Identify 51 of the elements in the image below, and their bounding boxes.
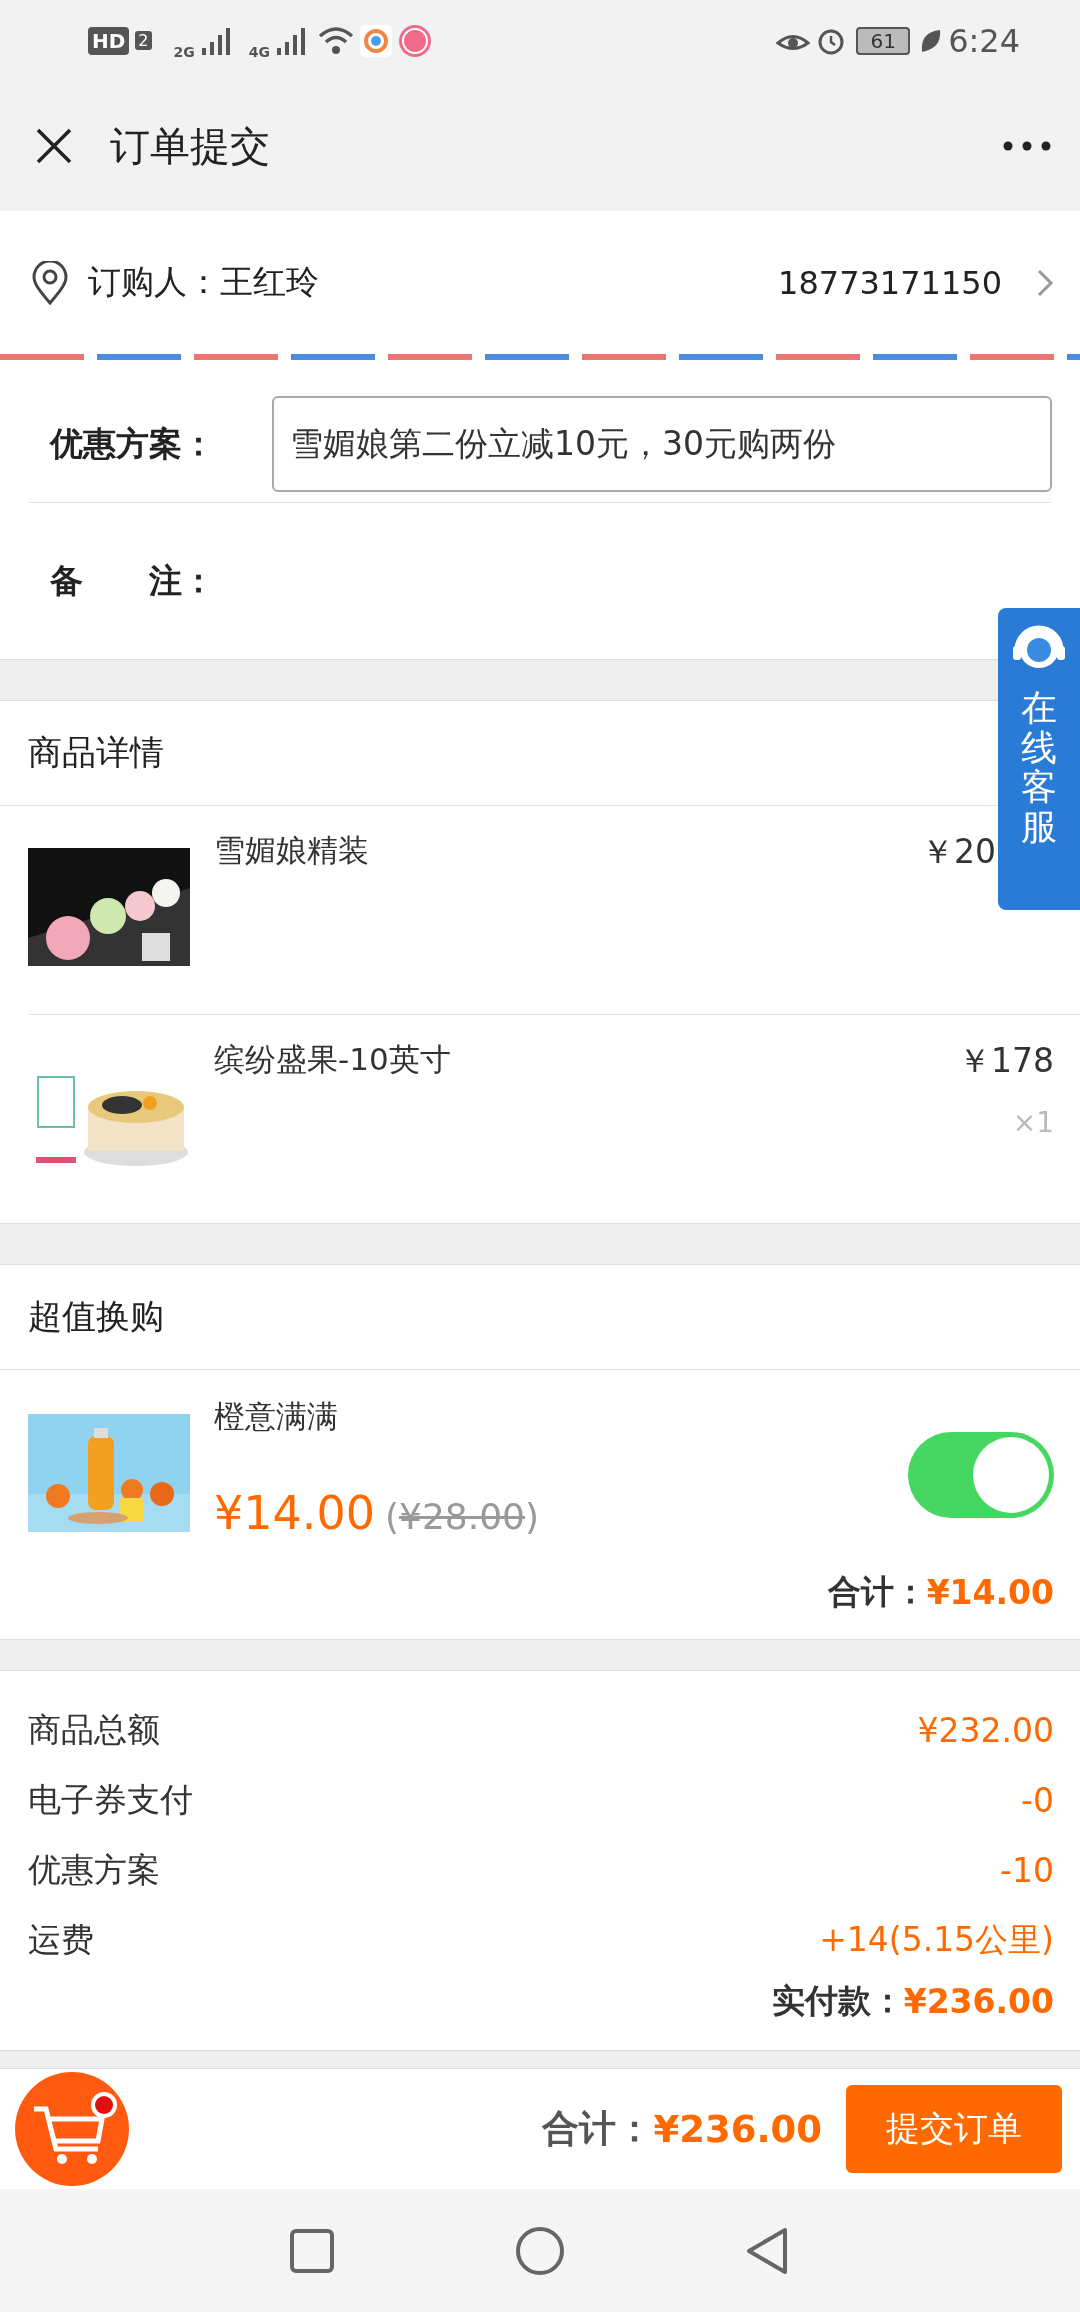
- home-icon[interactable]: [515, 2225, 565, 2276]
- total-label: 实付款：: [771, 1980, 904, 2022]
- online-service-label: 在线客服: [1021, 688, 1057, 847]
- summary-value: +14(5.15公里): [819, 1918, 1054, 1961]
- sale-price: ¥14.00: [214, 1486, 375, 1540]
- total-label: 合计：: [542, 2106, 654, 2152]
- summary-value: -0: [1021, 1780, 1054, 1820]
- product-price: ￥20: [921, 831, 996, 873]
- summary-label: 优惠方案: [28, 1848, 160, 1891]
- promo-select[interactable]: 雪媚娘第二份立减10元，30元购两份: [272, 396, 1052, 492]
- product-quantity: ×1: [1012, 1106, 1054, 1139]
- summary-label: 商品总额: [28, 1708, 160, 1751]
- summary-label: 运费: [28, 1918, 94, 1961]
- summary-value: -10: [1000, 1850, 1054, 1890]
- subtotal-label: 合计：: [827, 1571, 927, 1613]
- recents-icon[interactable]: [289, 2227, 335, 2274]
- product-name: 橙意满满: [214, 1397, 339, 1436]
- leaf-icon: [920, 27, 943, 54]
- total-amount: ¥236.00: [653, 2107, 822, 2151]
- online-service-tab[interactable]: 在线客服: [998, 608, 1080, 910]
- battery-level: 61: [856, 26, 911, 55]
- summary-label: 电子券支付: [28, 1778, 193, 1821]
- total-amount: ¥236.00: [903, 1982, 1054, 2021]
- sim-number: 2: [135, 31, 152, 50]
- location-pin-icon: [30, 260, 70, 305]
- hd-indicator: HD: [88, 26, 130, 55]
- network-type: 4G: [248, 43, 270, 60]
- summary-value: ¥232.00: [917, 1710, 1054, 1750]
- address-row[interactable]: 订购人：王红玲 18773171150: [0, 211, 1080, 354]
- promo-label: 优惠方案：: [48, 422, 216, 465]
- orderer-name: 订购人：王红玲: [88, 261, 320, 303]
- clock-time: 6:24: [948, 21, 1020, 60]
- note-label: 备 注：: [49, 559, 216, 602]
- section-title: 超值换购: [0, 1265, 1080, 1370]
- wifi-icon: [318, 25, 354, 56]
- chevron-right-icon: [1036, 267, 1054, 298]
- page-title: 订单提交: [110, 121, 271, 171]
- product-name: 缤纷盛果-10英寸: [214, 1040, 452, 1079]
- product-price: ￥178: [958, 1040, 1054, 1082]
- app-icon: [398, 23, 432, 58]
- cart-icon[interactable]: [12, 2069, 132, 2189]
- product-name: 雪媚娘精装: [214, 831, 370, 870]
- signal-icon: [200, 25, 231, 56]
- more-icon[interactable]: [1002, 140, 1052, 152]
- signal-icon: [276, 25, 306, 56]
- original-price: (¥28.00): [384, 1496, 540, 1537]
- subtotal-amount: ¥14.00: [926, 1573, 1054, 1612]
- close-icon[interactable]: [34, 126, 74, 166]
- phone-number: 18773171150: [778, 263, 1002, 302]
- network-type: 2G: [173, 43, 195, 60]
- app-icon: [360, 24, 392, 57]
